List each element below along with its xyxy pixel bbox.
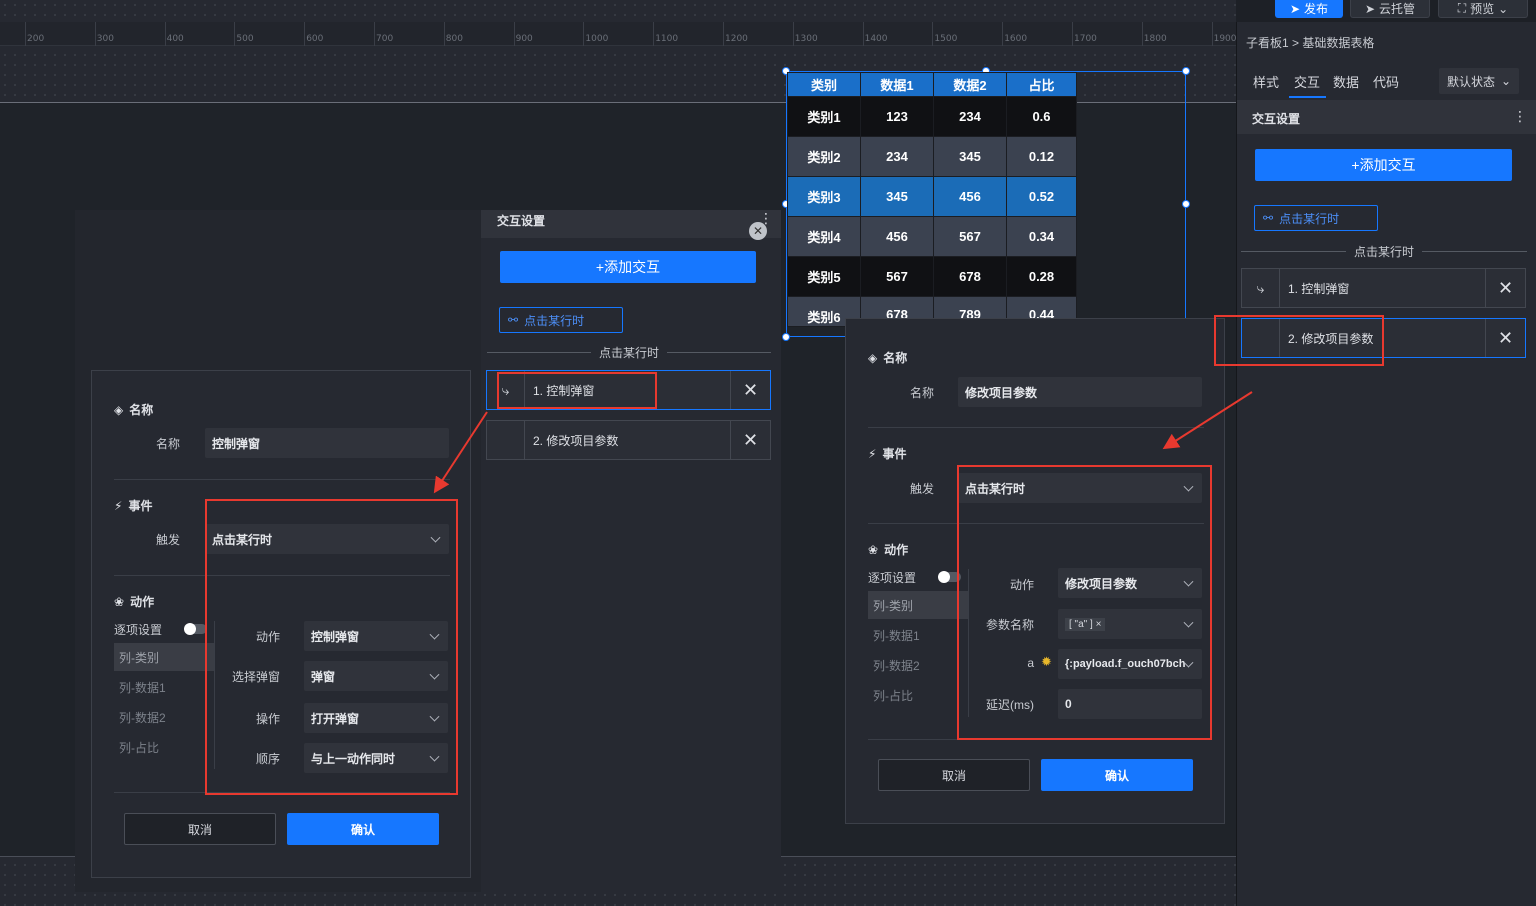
arrow-line [1162, 391, 1253, 450]
annotation-arrows [433, 391, 1253, 494]
arrow-line [433, 411, 488, 494]
